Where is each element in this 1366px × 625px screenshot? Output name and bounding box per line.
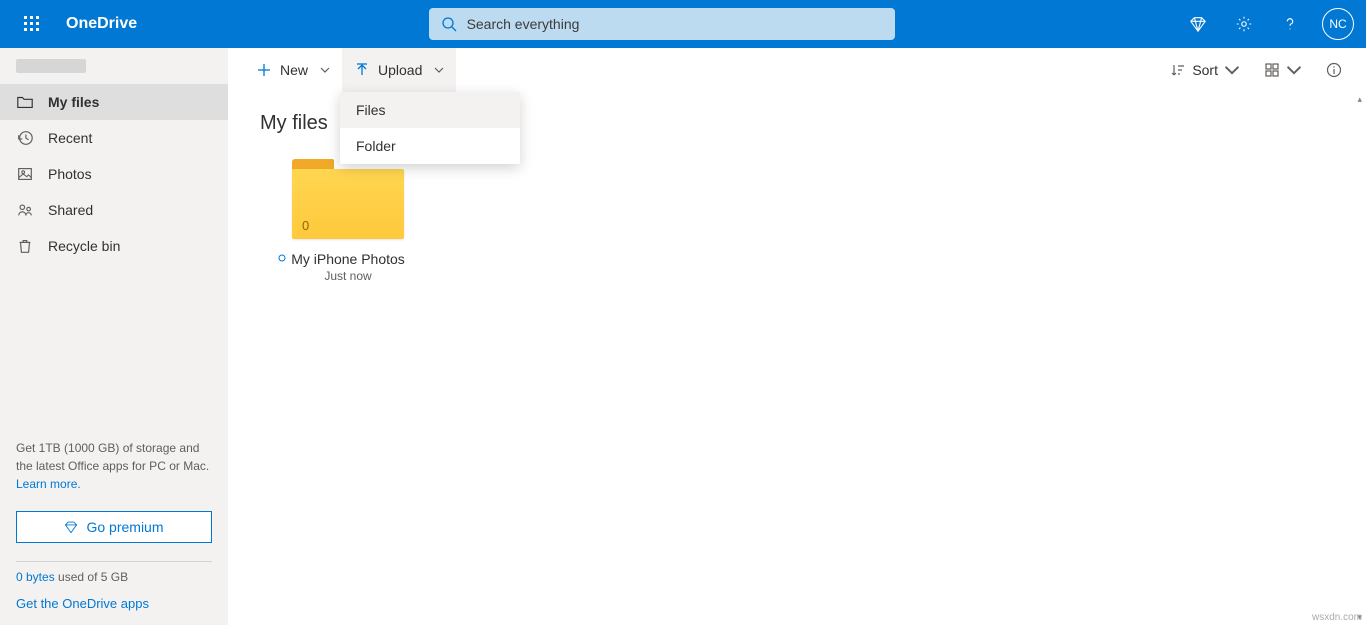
learn-more-link[interactable]: Learn more. bbox=[16, 477, 81, 491]
folder-icon bbox=[16, 93, 34, 111]
plus-icon bbox=[256, 62, 272, 78]
recycle-icon bbox=[16, 237, 34, 255]
grid-view-icon bbox=[1264, 62, 1280, 78]
sidebar-item-my-files[interactable]: My files bbox=[0, 84, 228, 120]
tenant-label bbox=[0, 48, 228, 84]
sort-icon bbox=[1170, 62, 1186, 78]
sidebar-item-label: Photos bbox=[48, 166, 92, 182]
storage-usage: 0 bytes used of 5 GB bbox=[0, 566, 228, 590]
chevron-down-icon bbox=[434, 65, 444, 75]
sidebar-item-label: Recycle bin bbox=[48, 238, 120, 254]
tile-subline: Just now bbox=[324, 269, 371, 283]
view-toggle-button[interactable] bbox=[1256, 54, 1310, 86]
search-box[interactable] bbox=[429, 8, 895, 40]
go-premium-button[interactable]: Go premium bbox=[16, 511, 212, 543]
app-launcher-button[interactable] bbox=[8, 0, 56, 48]
sidebar-item-recycle-bin[interactable]: Recycle bin bbox=[0, 228, 228, 264]
diamond-icon bbox=[64, 520, 78, 534]
scrollbar[interactable]: ▴ ▾ bbox=[1350, 92, 1366, 625]
promo-block: Get 1TB (1000 GB) of storage and the lat… bbox=[0, 427, 228, 505]
tile-name: My iPhone Photos bbox=[291, 251, 405, 267]
chevron-down-icon bbox=[1224, 62, 1240, 78]
upload-folder-item[interactable]: Folder bbox=[340, 128, 520, 164]
info-icon bbox=[1326, 62, 1342, 78]
storage-of: used of 5 GB bbox=[55, 570, 128, 584]
upload-dropdown: Files Folder bbox=[340, 92, 520, 164]
content-area: My files 0 My iPhone Photos Just now bbox=[228, 92, 1366, 625]
watermark: wsxdn.com bbox=[1312, 612, 1362, 623]
main-panel: New Upload Sort bbox=[228, 48, 1366, 625]
sidebar-item-label: My files bbox=[48, 94, 99, 110]
upload-button[interactable]: Upload bbox=[342, 48, 456, 92]
sidebar-item-label: Shared bbox=[48, 202, 93, 218]
premium-button-label: Go premium bbox=[86, 519, 163, 535]
chevron-down-icon bbox=[1286, 62, 1302, 78]
account-avatar[interactable]: NC bbox=[1322, 8, 1354, 40]
toolbar: New Upload Sort bbox=[228, 48, 1366, 92]
folder-tile[interactable]: 0 My iPhone Photos Just now bbox=[260, 159, 436, 283]
info-button[interactable] bbox=[1318, 54, 1350, 86]
get-apps-link[interactable]: Get the OneDrive apps bbox=[16, 596, 149, 611]
app-name[interactable]: OneDrive bbox=[56, 15, 147, 33]
sort-label: Sort bbox=[1192, 62, 1218, 78]
storage-used[interactable]: 0 bytes bbox=[16, 570, 55, 584]
new-label: New bbox=[280, 62, 308, 78]
upload-icon bbox=[354, 62, 370, 78]
recent-icon bbox=[16, 129, 34, 147]
sidebar: My files Recent Photos Shared Recycle bi… bbox=[0, 48, 228, 625]
upload-files-item[interactable]: Files bbox=[340, 92, 520, 128]
settings-icon[interactable] bbox=[1222, 0, 1266, 48]
promo-text: Get 1TB (1000 GB) of storage and the lat… bbox=[16, 441, 209, 473]
sidebar-item-recent[interactable]: Recent bbox=[0, 120, 228, 156]
folder-item-count: 0 bbox=[302, 218, 309, 233]
shared-icon bbox=[16, 201, 34, 219]
app-header: OneDrive NC bbox=[0, 0, 1366, 48]
sidebar-item-photos[interactable]: Photos bbox=[0, 156, 228, 192]
sort-button[interactable]: Sort bbox=[1162, 54, 1248, 86]
sync-icon bbox=[277, 253, 287, 263]
divider bbox=[16, 561, 212, 562]
sidebar-item-shared[interactable]: Shared bbox=[0, 192, 228, 228]
help-icon[interactable] bbox=[1268, 0, 1312, 48]
folder-large-icon: 0 bbox=[292, 159, 404, 239]
sidebar-item-label: Recent bbox=[48, 130, 92, 146]
new-button[interactable]: New bbox=[244, 48, 342, 92]
premium-icon[interactable] bbox=[1176, 0, 1220, 48]
search-icon bbox=[441, 16, 457, 32]
search-input[interactable] bbox=[467, 16, 883, 32]
upload-label: Upload bbox=[378, 62, 422, 78]
photos-icon bbox=[16, 165, 34, 183]
chevron-down-icon bbox=[320, 65, 330, 75]
